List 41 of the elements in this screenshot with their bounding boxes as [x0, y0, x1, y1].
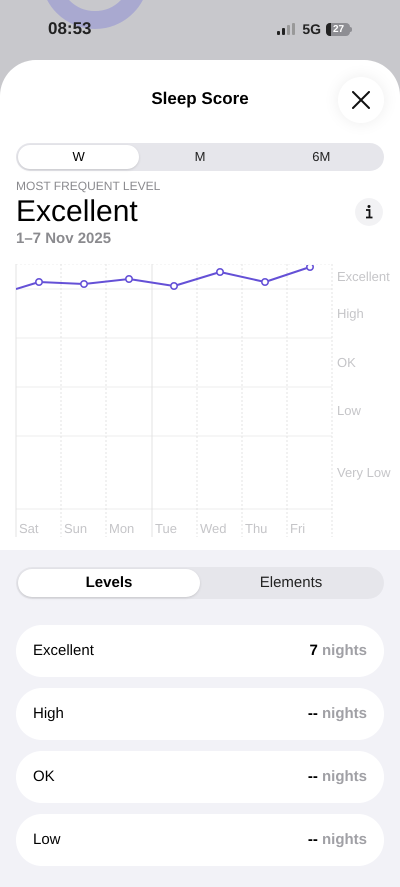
level-row[interactable]: OK -- nights	[16, 751, 384, 803]
x-axis-label: Tue	[155, 521, 177, 537]
level-label: Low	[33, 830, 61, 850]
close-button[interactable]	[338, 77, 384, 123]
signal-icon	[277, 23, 298, 35]
sheet-title: Sleep Score	[151, 88, 249, 110]
level-row[interactable]: Excellent 7 nights	[16, 625, 384, 677]
level-label: OK	[33, 766, 55, 787]
segment-tab[interactable]: Levels	[18, 569, 200, 597]
x-axis-label: Fri	[290, 521, 306, 537]
y-axis-label: High	[337, 306, 364, 322]
level-label: High	[33, 704, 64, 724]
network-label: 5G	[302, 20, 321, 38]
status-time: 08:53	[48, 18, 92, 40]
x-axis-label: Sat	[19, 521, 39, 537]
segment-tab[interactable]: 6M	[260, 145, 382, 169]
x-axis-label: Mon	[109, 521, 134, 537]
summary-value: Excellent	[16, 195, 138, 229]
info-button[interactable]	[355, 198, 383, 226]
night-count: -- nights	[308, 830, 367, 850]
level-label: Excellent	[33, 640, 94, 661]
y-axis-label: Low	[337, 403, 361, 419]
y-axis-label: OK	[337, 355, 356, 371]
segment-tab[interactable]: M	[139, 145, 261, 169]
battery-icon: 27	[326, 22, 352, 36]
summary-caption: MOST FREQUENT LEVEL	[16, 179, 162, 193]
info-icon	[365, 205, 373, 219]
x-axis-label: Wed	[200, 521, 226, 537]
y-axis-label: Excellent	[337, 269, 390, 285]
y-axis-label: Very Low	[337, 465, 390, 481]
segment-tab[interactable]: W	[18, 145, 140, 169]
segment-tab[interactable]: Elements	[200, 569, 382, 597]
night-count: -- nights	[308, 766, 367, 787]
x-axis-label: Sun	[64, 521, 88, 537]
level-row[interactable]: Low -- nights	[16, 814, 384, 866]
night-count: -- nights	[308, 704, 367, 724]
date-range: 1–7 Nov 2025	[16, 229, 112, 249]
night-count: 7 nights	[309, 640, 367, 661]
x-axis-label: Thu	[245, 521, 268, 537]
level-row[interactable]: High -- nights	[16, 688, 384, 740]
close-icon	[352, 91, 370, 109]
